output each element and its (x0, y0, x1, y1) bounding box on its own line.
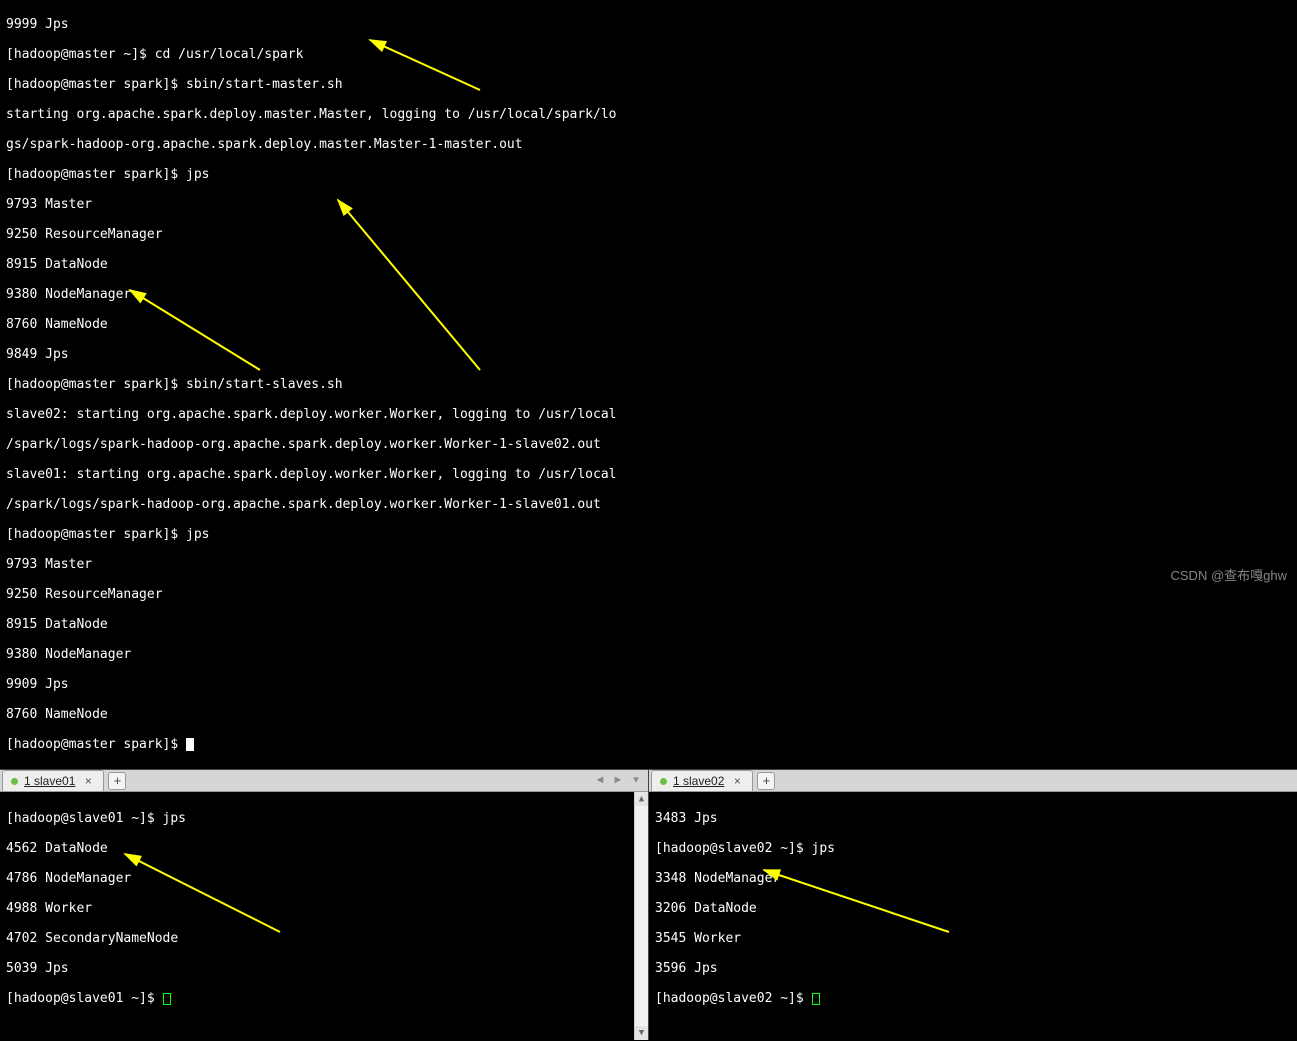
terminal-line: 3596 Jps (655, 961, 1291, 976)
terminal-line: [hadoop@master spark]$ jps (6, 527, 1291, 542)
terminal-line: [hadoop@master spark]$ sbin/start-slaves… (6, 377, 1291, 392)
terminal-line: [hadoop@master spark]$ (6, 737, 1291, 752)
add-tab-button[interactable]: + (108, 772, 126, 790)
terminal-line: 9380 NodeManager (6, 647, 1291, 662)
cursor-icon (186, 738, 194, 751)
slave01-terminal[interactable]: [hadoop@slave01 ~]$ jps 4562 DataNode 47… (0, 792, 648, 1040)
terminal-line: 9380 NodeManager (6, 287, 1291, 302)
terminal-line: 8915 DataNode (6, 257, 1291, 272)
terminal-line: 4562 DataNode (6, 841, 642, 856)
terminal-line: [hadoop@master spark]$ sbin/start-master… (6, 77, 1291, 92)
terminal-line: slave01: starting org.apache.spark.deplo… (6, 467, 1291, 482)
tab-bar-left: 1 slave01 × + ◄ ► ▾ (0, 770, 648, 792)
terminal-line: 3545 Worker (655, 931, 1291, 946)
close-icon[interactable]: × (730, 774, 744, 788)
terminal-line: [hadoop@master spark]$ jps (6, 167, 1291, 182)
scroll-up-icon[interactable]: ▲ (635, 792, 648, 806)
terminal-line: 9250 ResourceManager (6, 587, 1291, 602)
cursor-icon (163, 993, 171, 1005)
terminal-line: [hadoop@master ~]$ cd /usr/local/spark (6, 47, 1291, 62)
tab-slave01[interactable]: 1 slave01 × (2, 770, 104, 791)
terminal-line: 4786 NodeManager (6, 871, 642, 886)
add-tab-button[interactable]: + (757, 772, 775, 790)
terminal-line: 3206 DataNode (655, 901, 1291, 916)
scroll-down-icon[interactable]: ▼ (635, 1026, 648, 1040)
tab-menu-icon[interactable]: ▾ (628, 773, 644, 789)
terminal-line: 9793 Master (6, 197, 1291, 212)
close-icon[interactable]: × (81, 774, 95, 788)
terminal-line: [hadoop@slave01 ~]$ (6, 991, 642, 1006)
terminal-line: 9999 Jps (6, 17, 1291, 32)
scrollbar[interactable]: ▲ ▼ (634, 792, 648, 1040)
slave01-pane: 1 slave01 × + ◄ ► ▾ [hadoop@slave01 ~]$ … (0, 770, 649, 1040)
terminal-line: /spark/logs/spark-hadoop-org.apache.spar… (6, 497, 1291, 512)
watermark: CSDN @查布嘎ghw (1171, 568, 1288, 583)
slave02-pane: 1 slave02 × + 3483 Jps [hadoop@slave02 ~… (649, 770, 1297, 1040)
terminal-line: 9909 Jps (6, 677, 1291, 692)
terminal-line: [hadoop@slave02 ~]$ (655, 991, 1291, 1006)
tab-next-icon[interactable]: ► (610, 773, 626, 789)
slave02-terminal[interactable]: 3483 Jps [hadoop@slave02 ~]$ jps 3348 No… (649, 792, 1297, 1040)
terminal-line: 8915 DataNode (6, 617, 1291, 632)
tab-bar-right: 1 slave02 × + (649, 770, 1297, 792)
tab-slave02[interactable]: 1 slave02 × (651, 770, 753, 791)
terminal-line: 3483 Jps (655, 811, 1291, 826)
cursor-icon (812, 993, 820, 1005)
terminal-line: 5039 Jps (6, 961, 642, 976)
terminal-line: /spark/logs/spark-hadoop-org.apache.spar… (6, 437, 1291, 452)
tab-prev-icon[interactable]: ◄ (592, 773, 608, 789)
terminal-line: 9849 Jps (6, 347, 1291, 362)
terminal-line: 3348 NodeManager (655, 871, 1291, 886)
tab-label: 1 slave01 (24, 774, 75, 789)
status-dot-icon (660, 778, 667, 785)
terminal-line: 4702 SecondaryNameNode (6, 931, 642, 946)
terminal-line: 4988 Worker (6, 901, 642, 916)
terminal-line: 8760 NameNode (6, 317, 1291, 332)
terminal-line: 9250 ResourceManager (6, 227, 1291, 242)
terminal-line: [hadoop@slave02 ~]$ jps (655, 841, 1291, 856)
terminal-line: slave02: starting org.apache.spark.deplo… (6, 407, 1291, 422)
master-terminal[interactable]: 9999 Jps [hadoop@master ~]$ cd /usr/loca… (0, 0, 1297, 769)
tab-label: 1 slave02 (673, 774, 724, 789)
terminal-line: starting org.apache.spark.deploy.master.… (6, 107, 1291, 122)
terminal-line: 8760 NameNode (6, 707, 1291, 722)
status-dot-icon (11, 778, 18, 785)
terminal-line: gs/spark-hadoop-org.apache.spark.deploy.… (6, 137, 1291, 152)
terminal-line: 9793 Master (6, 557, 1291, 572)
terminal-line: [hadoop@slave01 ~]$ jps (6, 811, 642, 826)
